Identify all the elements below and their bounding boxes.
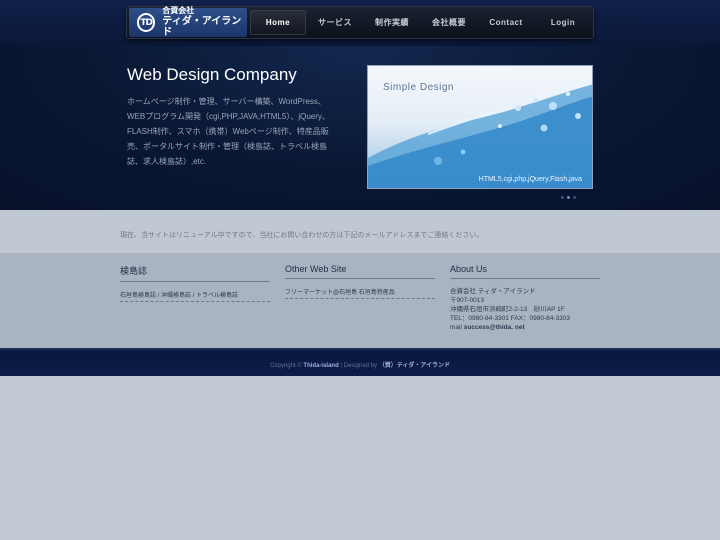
footer-site-link[interactable]: Thida-island — [303, 363, 338, 369]
footer-copyright: Copyright © — [269, 363, 302, 369]
notice-text: 現在、当サイトはリニューアル中ですので、当社にお問い合わせの方は下記のメールアド… — [120, 232, 484, 239]
pager-dot-active[interactable] — [567, 196, 570, 199]
slide-pager — [561, 196, 576, 199]
menu-company[interactable]: 会社概要 — [421, 10, 477, 35]
column-other-sites-title: Other Web Site — [285, 264, 435, 279]
slide-title: Simple Design — [383, 82, 454, 93]
logo-text: 合資会社 ティダ・アイランド — [162, 6, 247, 38]
menu-services[interactable]: サービス — [307, 10, 363, 35]
about-mail-label: mail — [450, 324, 462, 331]
logo[interactable]: TD 合資会社 ティダ・アイランド — [129, 6, 247, 38]
column-kenshima: 検島誌 石垣島検島誌 / 沖縄検島誌 / トラベル検島誌 — [120, 264, 270, 302]
hero-section — [0, 46, 720, 210]
logo-company-type: 合資会社 — [162, 6, 195, 16]
footer-designer-link[interactable]: （資）ティダ・アイランド — [379, 363, 450, 369]
column-other-sites: Other Web Site フリーマーケット@石垣島 石垣島特産品 — [285, 264, 435, 299]
footer-columns: 検島誌 石垣島検島誌 / 沖縄検島誌 / トラベル検島誌 Other Web S… — [0, 254, 720, 348]
slide-caption: HTML5,cgi,php,jQuery,Flash,java — [478, 176, 582, 183]
logo-mark-icon: TD — [137, 13, 156, 32]
column-kenshima-link[interactable]: 石垣島検島誌 / 沖縄検島誌 / トラベル検島誌 — [120, 290, 270, 302]
hero-slide-image[interactable]: Simple Design HTML5,cgi,php,jQuery,Flash… — [367, 65, 593, 189]
logo-company-name: ティダ・アイランド — [162, 15, 242, 38]
menu-contact[interactable]: Contact — [478, 10, 534, 35]
menu-works[interactable]: 制作実績 — [364, 10, 420, 35]
column-other-sites-link[interactable]: フリーマーケット@石垣島 石垣島特産品 — [285, 287, 435, 299]
main-menu: Home サービス 制作実績 会社概要 Contact Login — [250, 7, 592, 38]
column-kenshima-title: 検島誌 — [120, 264, 270, 282]
notice-bar: 現在、当サイトはリニューアル中ですので、当社にお問い合わせの方は下記のメールアド… — [0, 210, 720, 254]
pager-dot[interactable] — [561, 196, 564, 199]
pager-dot[interactable] — [573, 196, 576, 199]
hero-title: Web Design Company — [127, 65, 297, 84]
about-postal: 〒907-0013 — [450, 297, 484, 304]
about-address: 沖縄県石垣市浜崎町2-2-13 砂川AP 1F — [450, 306, 565, 313]
column-about-us: About Us 合資会社 ティダ・アイランド 〒907-0013 沖縄県石垣市… — [450, 264, 600, 332]
footer-text: Copyright © Thida-island | Designed by （… — [0, 360, 720, 369]
about-mail-address[interactable]: success@thida. net — [464, 324, 525, 331]
footer-designed-by: | Designed by — [340, 363, 378, 369]
about-mail: mail success@thida. net — [450, 323, 600, 332]
menu-home[interactable]: Home — [250, 10, 306, 35]
about-phone: TEL：0980-84-3301 FAX：0980-84-3303 — [450, 315, 570, 322]
navigation-bar: TD 合資会社 ティダ・アイランド Home サービス 制作実績 会社概要 Co… — [126, 6, 594, 39]
hero-description: ホームページ制作・管理、サーバー構築、WordPress、WEBプログラム開発（… — [127, 97, 330, 166]
menu-login[interactable]: Login — [535, 10, 591, 35]
footer: Copyright © Thida-island | Designed by （… — [0, 348, 720, 376]
about-company: 合資会社 ティダ・アイランド — [450, 288, 536, 295]
column-about-title: About Us — [450, 264, 600, 279]
